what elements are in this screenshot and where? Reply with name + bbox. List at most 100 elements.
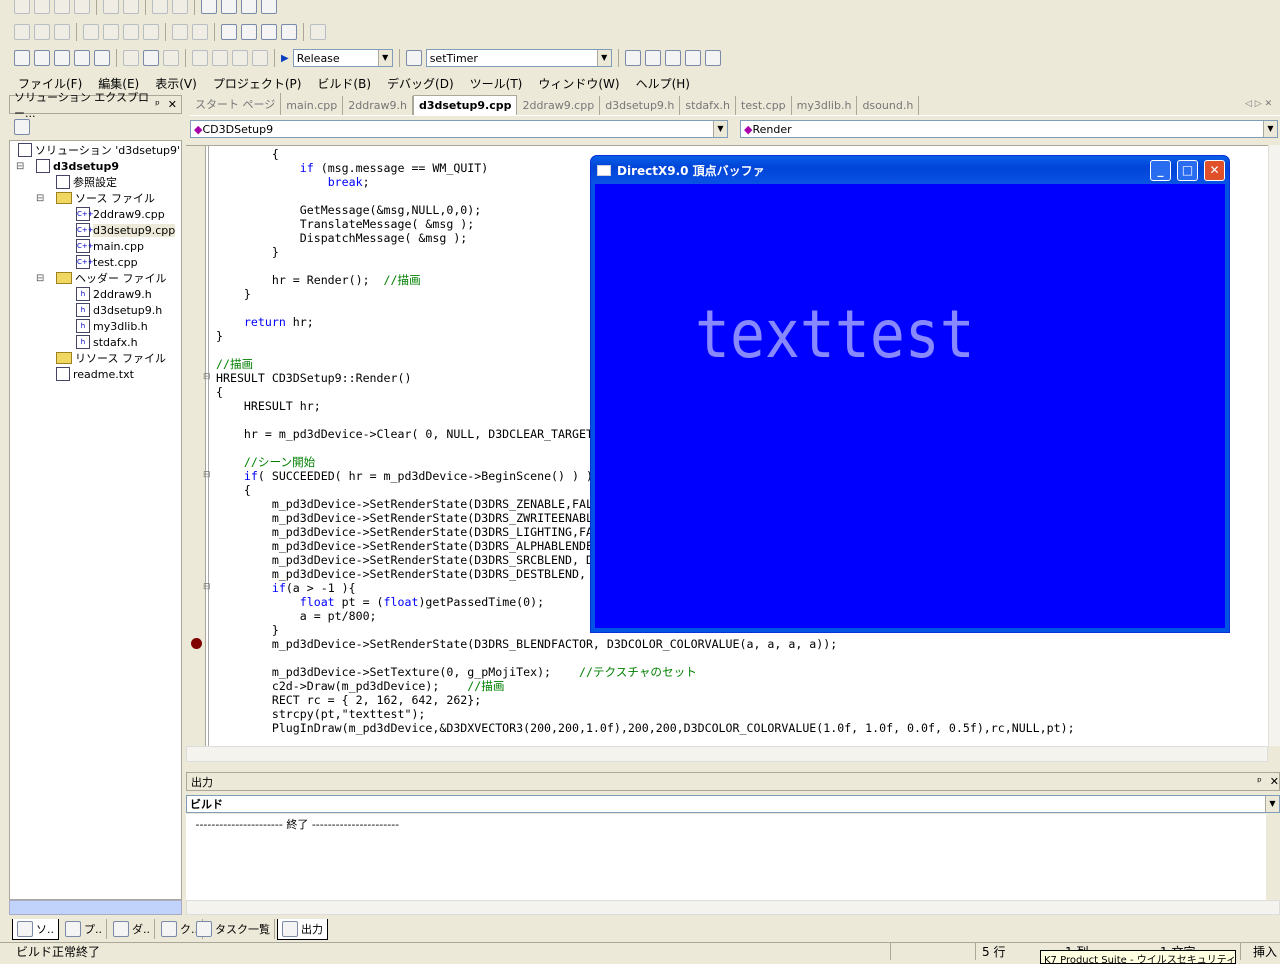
close-icon[interactable]: ✕ bbox=[168, 98, 177, 111]
panel-tab[interactable]: プ.. bbox=[61, 919, 107, 939]
toolbar-icon[interactable] bbox=[83, 24, 99, 40]
tree-item[interactable]: h d3dsetup9.h bbox=[76, 302, 162, 318]
editor-tab[interactable]: スタート ページ bbox=[190, 93, 282, 115]
editor-tab[interactable]: dsound.h bbox=[857, 96, 920, 115]
bookmark-clear-icon[interactable] bbox=[281, 24, 297, 40]
tree-item[interactable]: 参照設定 bbox=[56, 174, 117, 190]
collapse-icon[interactable]: ⊟ bbox=[203, 372, 211, 382]
bookmark-next-icon[interactable] bbox=[221, 0, 237, 14]
tree-item[interactable]: readme.txt bbox=[56, 366, 134, 382]
editor-hscrollbar[interactable] bbox=[186, 746, 1268, 762]
indent-icon[interactable] bbox=[103, 0, 119, 14]
tree-item[interactable]: リソース ファイル bbox=[56, 350, 166, 366]
pin-icon[interactable]: ᵖ bbox=[155, 98, 160, 111]
comment-icon[interactable] bbox=[152, 0, 168, 14]
toolbar-icon[interactable] bbox=[54, 24, 70, 40]
tree-item[interactable]: C++ d3dsetup9.cpp bbox=[76, 222, 176, 238]
solution-explorer-icon[interactable] bbox=[624, 50, 641, 66]
tree-item[interactable]: ⊟ ヘッダー ファイル bbox=[36, 270, 167, 286]
toolbar-icon[interactable] bbox=[74, 0, 90, 14]
editor-vscrollbar[interactable] bbox=[1268, 145, 1280, 746]
tree-item[interactable]: ⊟ d3dsetup9 bbox=[16, 158, 119, 174]
bookmark-prev-icon[interactable] bbox=[261, 24, 277, 40]
editor-tab[interactable]: 2ddraw9.h bbox=[343, 96, 413, 115]
task-list-tab[interactable]: タスク一覧 bbox=[192, 919, 275, 939]
toolbar-icon[interactable] bbox=[143, 24, 159, 40]
add-item-icon[interactable] bbox=[34, 50, 50, 66]
bookmark-clear-icon[interactable] bbox=[261, 0, 277, 14]
save-icon[interactable] bbox=[74, 50, 90, 66]
panel-tab[interactable]: ソ.. bbox=[12, 918, 59, 940]
editor-tab[interactable]: main.cpp bbox=[281, 96, 344, 115]
collapse-icon[interactable]: ⊟ bbox=[36, 273, 44, 284]
find-icon[interactable] bbox=[310, 24, 326, 40]
collapse-icon[interactable]: ⊟ bbox=[36, 193, 44, 204]
toolbar-icon[interactable] bbox=[14, 24, 30, 40]
tree-item[interactable]: ソリューション 'd3dsetup9' (1 プ bbox=[18, 142, 181, 158]
outdent-icon[interactable] bbox=[123, 0, 139, 14]
editor-tab[interactable]: stdafx.h bbox=[680, 96, 737, 115]
tab-scroll-icon[interactable]: ◁ ▷ ✕ bbox=[1245, 99, 1272, 109]
find-in-files-icon[interactable] bbox=[405, 50, 422, 66]
output-hscrollbar[interactable] bbox=[186, 900, 1280, 915]
cut-icon[interactable] bbox=[123, 50, 139, 66]
maximize-button[interactable]: □ bbox=[1177, 159, 1198, 181]
redo-icon[interactable] bbox=[212, 50, 228, 66]
directx-titlebar[interactable]: DirectX9.0 頂点バッファ _ □ ✕ bbox=[591, 156, 1229, 184]
tree-item[interactable]: h stdafx.h bbox=[76, 334, 138, 350]
menu-item[interactable]: ビルド(B) bbox=[309, 72, 379, 92]
uncomment-icon[interactable] bbox=[172, 0, 188, 14]
nav-forward-icon[interactable] bbox=[252, 50, 268, 66]
editor-tab[interactable]: d3dsetup9.cpp bbox=[412, 95, 518, 115]
member-combo[interactable]: ◆ Render ▼ bbox=[740, 120, 1278, 138]
nav-back-icon[interactable] bbox=[232, 50, 248, 66]
menu-item[interactable]: プロジェクト(P) bbox=[205, 72, 310, 92]
panel-tab[interactable]: ダ.. bbox=[109, 919, 155, 939]
bookmark-icon[interactable] bbox=[221, 24, 237, 40]
editor-tab[interactable]: d3dsetup9.h bbox=[600, 96, 681, 115]
undo-icon[interactable] bbox=[192, 50, 208, 66]
menu-item[interactable]: ウィンドウ(W) bbox=[530, 72, 627, 92]
save-all-icon[interactable] bbox=[94, 50, 110, 66]
solution-config-combo[interactable]: Release ▼ bbox=[292, 49, 393, 67]
toolbar-icon[interactable] bbox=[103, 24, 119, 40]
tree-hscrollbar[interactable] bbox=[9, 900, 182, 915]
breakpoint-icon[interactable] bbox=[191, 638, 202, 649]
bookmark-next-icon[interactable] bbox=[241, 24, 257, 40]
tree-item[interactable]: C++ main.cpp bbox=[76, 238, 144, 254]
class-combo[interactable]: ◆ CD3DSetup9 ▼ bbox=[190, 120, 728, 138]
tree-item[interactable]: h my3dlib.h bbox=[76, 318, 148, 334]
editor-tab[interactable]: test.cpp bbox=[736, 96, 792, 115]
properties-icon[interactable] bbox=[644, 50, 661, 66]
menu-item[interactable]: ツール(T) bbox=[462, 72, 531, 92]
toolbar-icon[interactable] bbox=[14, 0, 30, 14]
editor-tab[interactable]: 2ddraw9.cpp bbox=[517, 96, 601, 115]
minimize-button[interactable]: _ bbox=[1150, 159, 1171, 181]
properties-icon[interactable] bbox=[14, 119, 30, 135]
pin-icon[interactable]: ᵖ bbox=[1257, 775, 1262, 788]
menu-item[interactable]: ヘルプ(H) bbox=[628, 72, 698, 92]
editor-tab[interactable]: my3dlib.h bbox=[792, 96, 858, 115]
menu-item[interactable]: デバッグ(D) bbox=[379, 72, 462, 92]
output-source-combo[interactable]: ビルド ▼ bbox=[186, 795, 1280, 813]
tree-item[interactable]: h 2ddraw9.h bbox=[76, 286, 152, 302]
outdent-icon[interactable] bbox=[192, 24, 208, 40]
close-button[interactable]: ✕ bbox=[1204, 159, 1225, 181]
toolbar-icon[interactable] bbox=[34, 0, 50, 14]
tools-icon[interactable] bbox=[684, 50, 701, 66]
open-icon[interactable] bbox=[54, 50, 70, 66]
output-tab[interactable]: 出力 bbox=[277, 918, 328, 940]
toolbar-icon[interactable] bbox=[54, 0, 70, 14]
collapse-icon[interactable]: ⊟ bbox=[203, 582, 211, 592]
bookmark-icon[interactable] bbox=[201, 0, 217, 14]
class-view-icon[interactable] bbox=[704, 50, 721, 66]
toolbar-icon[interactable] bbox=[34, 24, 50, 40]
tree-item[interactable]: ⊟ ソース ファイル bbox=[36, 190, 155, 206]
find-combo[interactable]: setTimer ▼ bbox=[425, 49, 612, 67]
close-icon[interactable]: ✕ bbox=[1270, 775, 1279, 788]
start-icon[interactable]: ▶ bbox=[281, 53, 289, 64]
bookmark-prev-icon[interactable] bbox=[241, 0, 257, 14]
collapse-icon[interactable]: ⊟ bbox=[203, 470, 211, 480]
new-project-icon[interactable] bbox=[14, 50, 30, 66]
toolbar-icon[interactable] bbox=[123, 24, 139, 40]
